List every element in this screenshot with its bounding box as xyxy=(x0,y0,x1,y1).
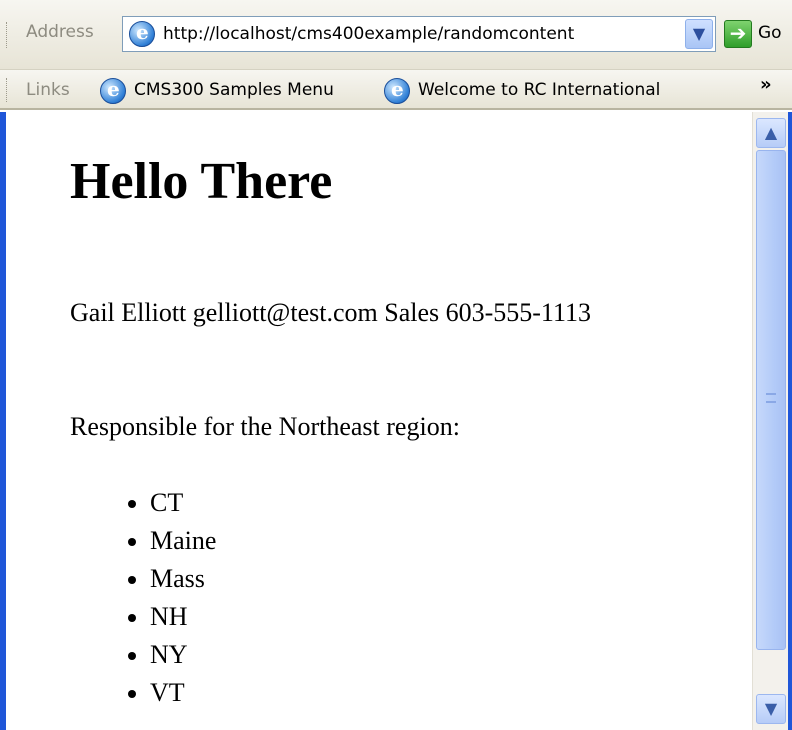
link-cms300-samples-menu[interactable]: CMS300 Samples Menu xyxy=(100,74,370,106)
list-item: Maine xyxy=(150,522,216,560)
go-arrow-icon[interactable]: ➔ xyxy=(724,20,752,48)
ie-page-icon xyxy=(100,77,126,104)
list-item: VT xyxy=(150,674,216,712)
address-input[interactable]: http://localhost/cms400example/randomcon… xyxy=(122,16,716,52)
browser-content-frame: Hello There Gail Elliott gelliott@test.c… xyxy=(0,112,792,730)
scrollbar-thumb[interactable] xyxy=(756,150,786,650)
go-label[interactable]: Go xyxy=(758,23,782,43)
region-description: Responsible for the Northeast region: xyxy=(70,412,460,441)
link-label[interactable]: CMS300 Samples Menu xyxy=(134,80,334,100)
ie-page-icon xyxy=(384,77,410,104)
link-label[interactable]: Welcome to RC International xyxy=(418,80,660,100)
toolbar-grip[interactable] xyxy=(6,78,10,102)
vertical-scrollbar[interactable]: ▲ ▼ xyxy=(752,112,788,730)
list-item: NH xyxy=(150,598,216,636)
contact-info: Gail Elliott gelliott@test.com Sales 603… xyxy=(70,298,592,327)
link-welcome-rc-international[interactable]: Welcome to RC International xyxy=(384,74,714,106)
list-item: CT xyxy=(150,484,216,522)
page-title: Hello There xyxy=(70,153,333,210)
address-label: Address xyxy=(26,22,94,42)
toolbar-grip[interactable] xyxy=(6,22,10,48)
scroll-up-icon[interactable]: ▲ xyxy=(756,118,786,148)
go-button[interactable]: ➔ Go xyxy=(724,16,792,52)
chevron-down-icon[interactable]: ▼ xyxy=(685,19,713,49)
links-toolbar: Links CMS300 Samples Menu Welcome to RC … xyxy=(0,70,792,110)
grip-icon xyxy=(766,393,776,403)
links-label: Links xyxy=(26,80,70,100)
states-list: CT Maine Mass NH NY VT xyxy=(110,484,216,712)
chevron-right-double-icon[interactable]: » xyxy=(760,74,772,95)
address-url[interactable]: http://localhost/cms400example/randomcon… xyxy=(163,24,574,44)
ie-page-icon xyxy=(129,20,155,47)
address-toolbar: Address http://localhost/cms400example/r… xyxy=(0,0,792,70)
list-item: Mass xyxy=(150,560,216,598)
scroll-down-icon[interactable]: ▼ xyxy=(756,694,786,724)
page-content: Hello There Gail Elliott gelliott@test.c… xyxy=(6,112,748,730)
list-item: NY xyxy=(150,636,216,674)
